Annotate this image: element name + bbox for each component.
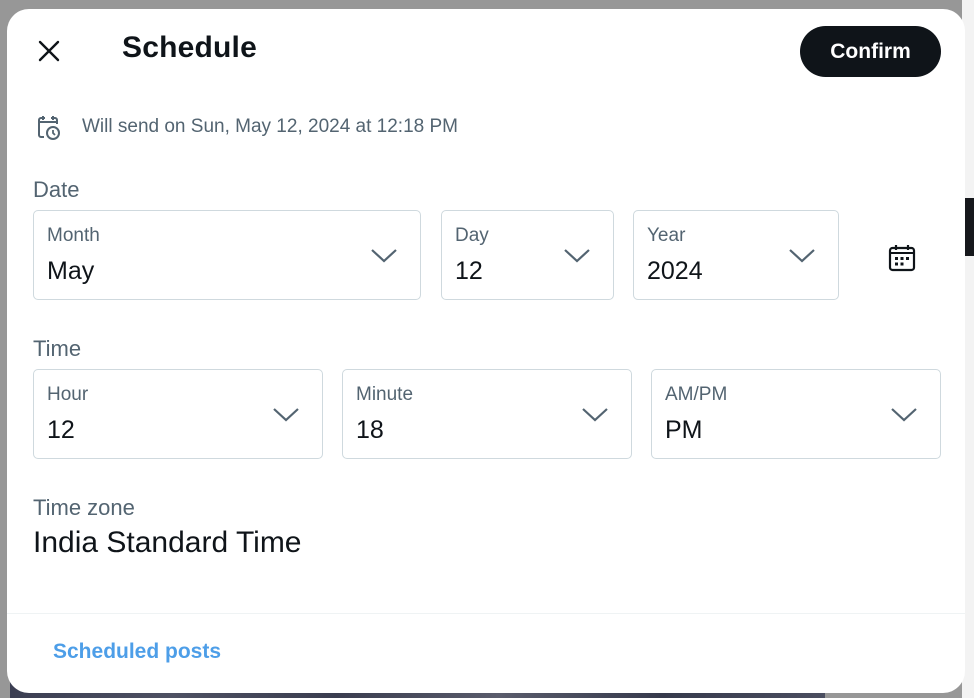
- year-select[interactable]: Year 2024: [633, 210, 839, 300]
- calendar-picker-button[interactable]: [881, 237, 923, 279]
- month-select[interactable]: Month May: [33, 210, 421, 300]
- hour-select-value: 12: [47, 416, 75, 444]
- hour-select[interactable]: Hour 12: [33, 369, 323, 459]
- ampm-select-label: AM/PM: [665, 384, 728, 405]
- send-info: Will send on Sun, May 12, 2024 at 12:18 …: [34, 113, 458, 141]
- year-select-value: 2024: [647, 257, 703, 285]
- calendar-icon: [888, 245, 916, 272]
- send-info-text: Will send on Sun, May 12, 2024 at 12:18 …: [82, 116, 458, 137]
- timezone-label: Time zone: [33, 495, 135, 520]
- chevron-down-icon: [371, 249, 397, 263]
- ampm-select-value: PM: [665, 416, 703, 444]
- chevron-down-icon: [789, 249, 815, 263]
- date-section-label: Date: [33, 177, 80, 202]
- year-select-label: Year: [647, 225, 686, 246]
- minute-select-label: Minute: [356, 384, 414, 405]
- ampm-select[interactable]: AM/PM PM: [651, 369, 941, 459]
- day-select[interactable]: Day 12: [441, 210, 614, 300]
- minute-select[interactable]: Minute 18: [342, 369, 632, 459]
- hour-select-label: Hour: [47, 384, 89, 405]
- dialog-header: Schedule Confirm: [7, 9, 965, 93]
- confirm-button[interactable]: Confirm: [800, 26, 941, 77]
- chevron-down-icon: [891, 408, 917, 422]
- schedule-dialog: Schedule Confirm Will send on Sun, May 1…: [7, 9, 965, 693]
- time-section-label: Time: [33, 336, 82, 361]
- dialog-title: Schedule: [122, 31, 257, 64]
- footer-divider: [7, 613, 965, 614]
- chevron-down-icon: [582, 408, 608, 422]
- month-select-value: May: [47, 257, 95, 285]
- close-icon: [38, 40, 60, 62]
- chevron-down-icon: [273, 408, 299, 422]
- day-select-value: 12: [455, 257, 483, 285]
- calendar-clock-icon: [38, 116, 60, 140]
- chevron-down-icon: [564, 249, 590, 263]
- close-button[interactable]: [31, 33, 67, 69]
- day-select-label: Day: [455, 225, 489, 246]
- timezone-value: India Standard Time: [33, 526, 302, 559]
- scheduled-posts-link[interactable]: Scheduled posts: [53, 640, 221, 664]
- month-select-label: Month: [47, 225, 100, 246]
- minute-select-value: 18: [356, 416, 384, 444]
